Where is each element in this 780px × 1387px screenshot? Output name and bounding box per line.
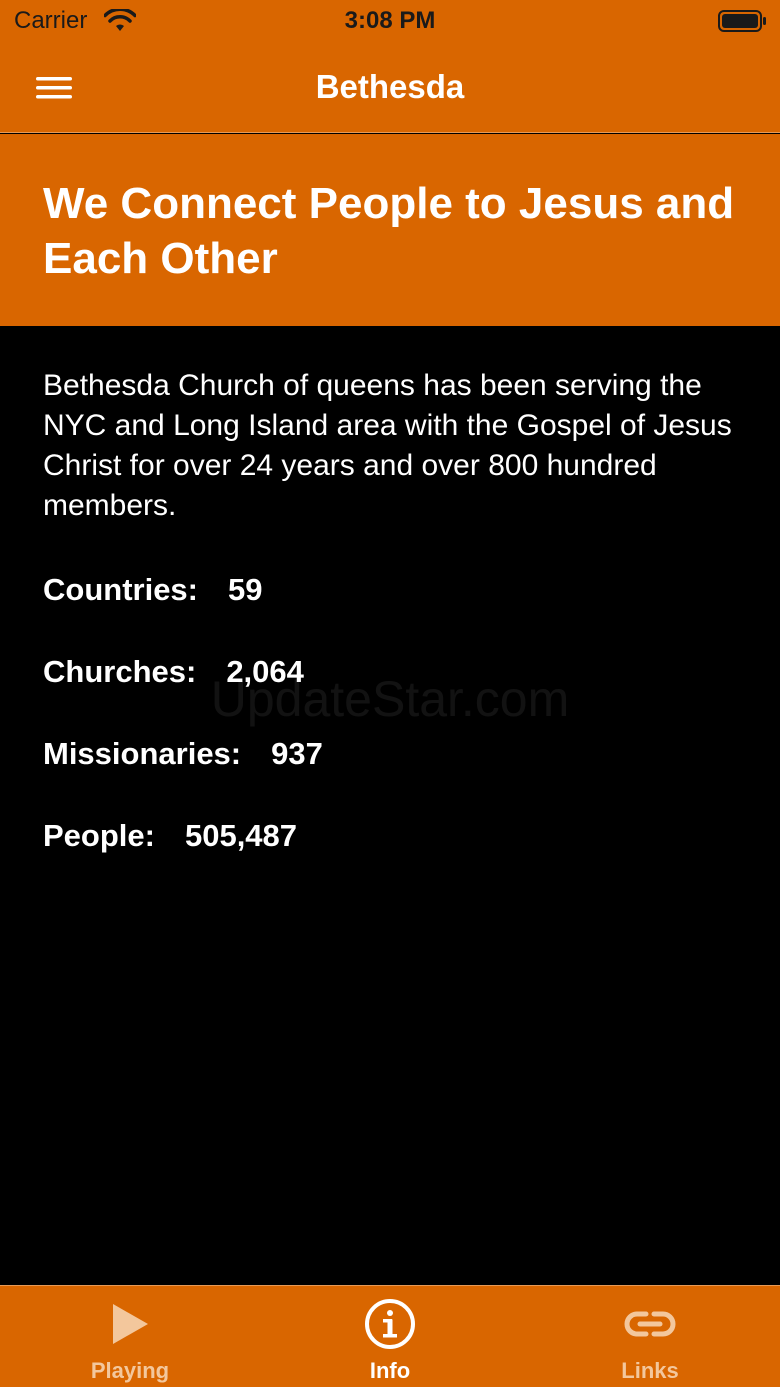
stat-label: Countries:: [43, 572, 198, 607]
hero-headline: We Connect People to Jesus and Each Othe…: [43, 179, 735, 283]
stat-value: 2,064: [226, 654, 304, 689]
stat-value: 937: [271, 736, 323, 771]
stat-value: 59: [228, 572, 263, 607]
navigation-bar: Bethesda: [0, 44, 780, 133]
battery-icon: [718, 10, 766, 32]
tab-playing[interactable]: Playing: [0, 1286, 260, 1387]
stat-churches: Churches: 2,064: [43, 654, 304, 690]
stat-countries: Countries: 59: [43, 572, 262, 608]
clock: 3:08 PM: [344, 7, 436, 34]
church-description: Bethesda Church of queens has been servi…: [43, 369, 732, 522]
stat-label: People:: [43, 818, 155, 853]
hero-banner: We Connect People to Jesus and Each Othe…: [0, 134, 780, 326]
stat-value: 505,487: [184, 818, 298, 853]
info-icon: [365, 1299, 415, 1349]
stat-people: People: 505,487: [43, 818, 297, 854]
tab-bar: Playing Info Links: [0, 1285, 780, 1387]
tab-label: Links: [621, 1358, 679, 1383]
nav-title: Bethesda: [315, 68, 465, 105]
status-bar: Carrier 3:08 PM: [0, 0, 780, 44]
tab-label: Info: [369, 1358, 411, 1383]
tab-label: Playing: [90, 1358, 170, 1383]
info-content: Bethesda Church of queens has been servi…: [43, 366, 773, 853]
tab-links[interactable]: Links: [520, 1286, 780, 1387]
play-icon: [113, 1304, 148, 1344]
link-icon: [624, 1311, 676, 1337]
tab-info[interactable]: Info: [260, 1286, 520, 1387]
stat-label: Missionaries:: [43, 736, 242, 771]
stat-missionaries: Missionaries: 937: [43, 736, 323, 772]
stat-label: Churches:: [43, 654, 197, 689]
